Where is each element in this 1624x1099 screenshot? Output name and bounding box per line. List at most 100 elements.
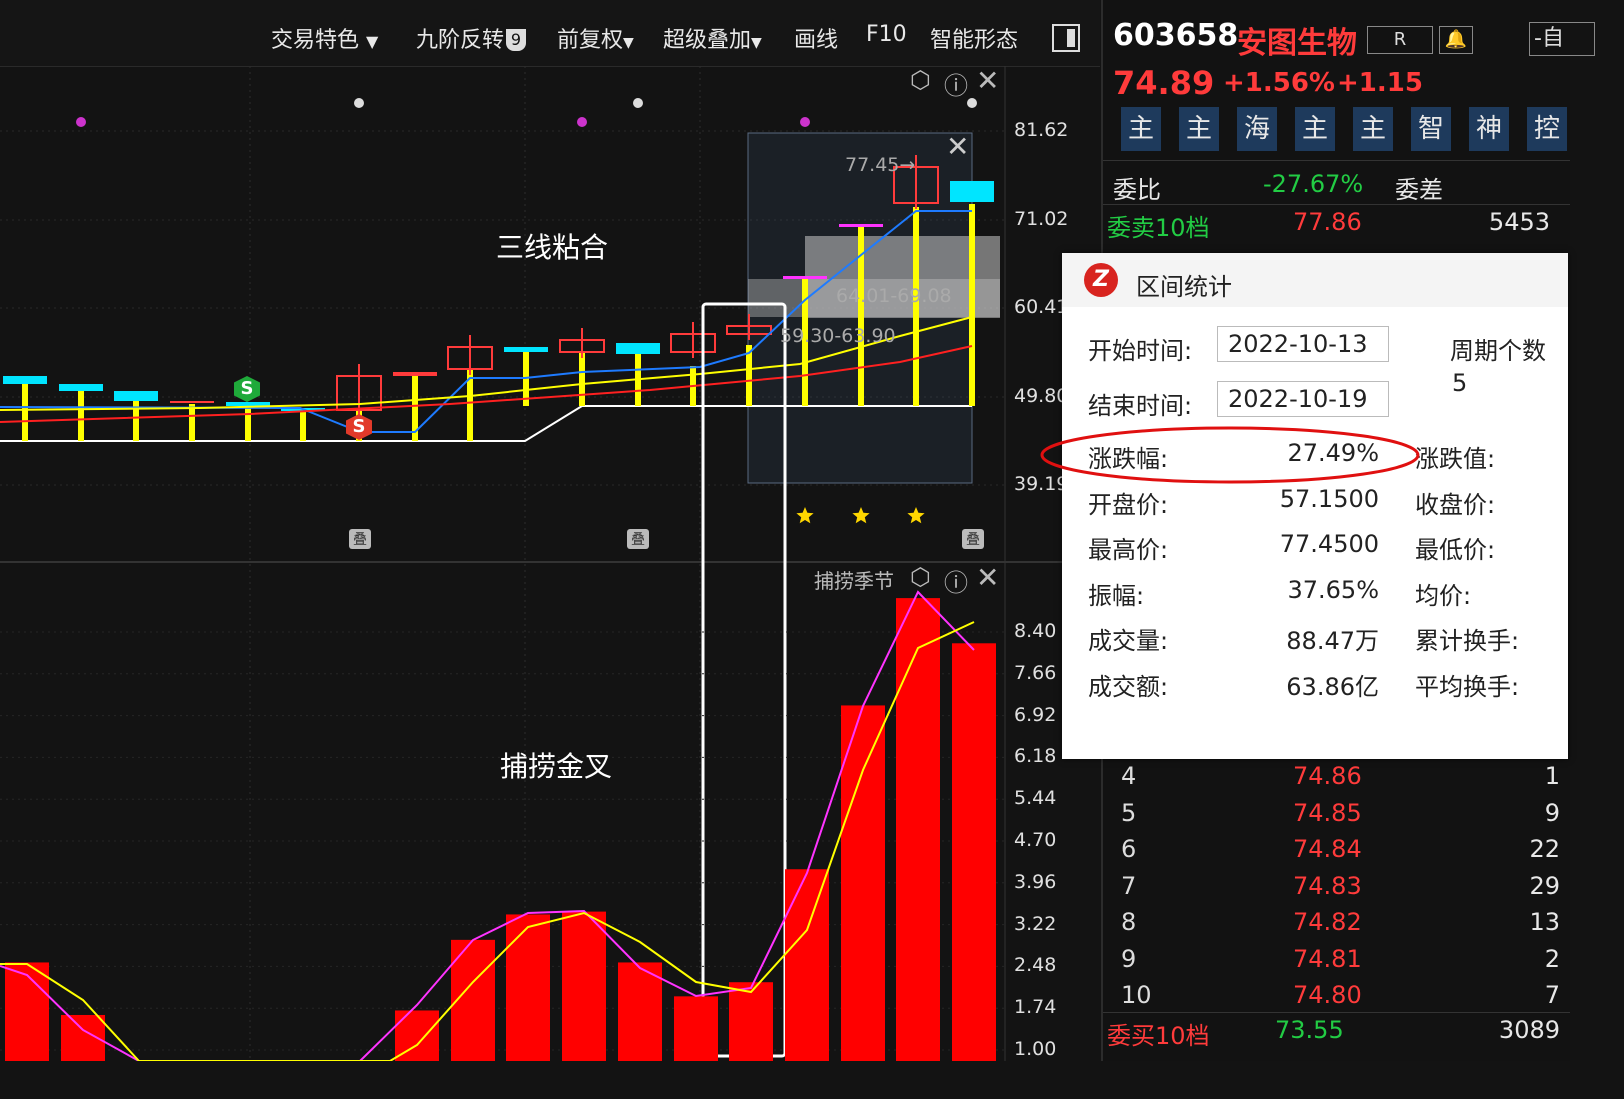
dialog-title: 区间统计 — [1136, 273, 1232, 301]
order-level: 4 — [1121, 762, 1137, 790]
y-tick-label: 2.48 — [1014, 954, 1057, 977]
order-book-row[interactable]: 9 74.81 2 — [1103, 941, 1570, 977]
concept-badge[interactable]: 控 — [1527, 107, 1567, 151]
chart-toolbar: 交易特色 ▼ 九阶反转 9 前复权▼ 超级叠加▼ 画线 F10 智能形态 — [0, 0, 1100, 67]
buy10-price: 73.55 — [1275, 1016, 1344, 1044]
order-level: 6 — [1121, 835, 1137, 863]
y-tick-label: 1.74 — [1014, 996, 1057, 1019]
smart-pattern-button[interactable]: 智能形态 — [930, 22, 1018, 54]
caret-down-icon: ▼ — [623, 35, 634, 51]
stat-label: 成交量: — [1088, 627, 1169, 655]
f10-button[interactable]: F10 — [866, 22, 907, 47]
candle-up — [393, 372, 437, 376]
y-tick-label: 1.00 — [1014, 1038, 1057, 1060]
candle-down — [504, 347, 548, 352]
order-level: 10 — [1121, 981, 1152, 1009]
sell10-label: 委卖10档 — [1107, 214, 1210, 242]
overlay-menu[interactable]: 超级叠加▼ — [663, 22, 762, 54]
concept-badge[interactable]: 智 — [1411, 107, 1451, 151]
signal-bar — [579, 352, 585, 406]
overlay-glyph-button[interactable]: 叠 — [627, 529, 649, 549]
trade-feature-menu[interactable]: 交易特色 ▼ — [271, 22, 378, 54]
stat-label: 成交额: — [1088, 672, 1169, 701]
stat-label-right: 平均换手: — [1415, 672, 1520, 701]
y-tick-label: 6.92 — [1014, 703, 1057, 726]
indicator-bar — [952, 643, 996, 1061]
candle-doji — [170, 401, 214, 403]
close-icon[interactable]: ✕ — [976, 64, 999, 97]
help-icon[interactable]: ⓘ — [944, 563, 968, 598]
chart-area — [0, 66, 1100, 1061]
draw-line-button[interactable]: 画线 — [794, 22, 838, 54]
candle-down — [226, 402, 270, 406]
settings-hex-icon[interactable]: ⬡ — [910, 66, 931, 94]
start-time-field[interactable]: 2022-10-13 — [1217, 326, 1389, 362]
help-icon[interactable]: ⓘ — [944, 66, 968, 101]
order-price: 74.86 — [1293, 762, 1362, 790]
zone-label-lower: 59.30-63.90 — [780, 325, 896, 347]
end-time-label: 结束时间: — [1088, 392, 1193, 420]
golden-cross-annotation: 捕捞金叉 — [500, 750, 613, 783]
y-tick-label: 4.70 — [1014, 829, 1057, 851]
order-price: 74.83 — [1293, 871, 1362, 900]
order-book-row[interactable]: 7 74.83 29 — [1103, 868, 1570, 904]
adjust-menu[interactable]: 前复权▼ — [557, 22, 634, 54]
candle-down — [950, 181, 994, 202]
signal-bar — [300, 411, 306, 441]
order-book-row[interactable]: 6 74.84 22 — [1103, 831, 1570, 867]
signal-bar — [22, 384, 28, 441]
r-button[interactable]: R — [1367, 26, 1433, 54]
concept-badge[interactable]: 主 — [1121, 107, 1161, 151]
panel-toggle-icon[interactable] — [1052, 24, 1080, 52]
indicator-bar — [562, 911, 606, 1061]
y-tick-label: 71.02 — [1014, 208, 1069, 230]
overlay-glyph-button[interactable]: 叠 — [962, 529, 984, 549]
indicator-bar — [674, 996, 718, 1061]
close-icon[interactable]: ✕ — [976, 561, 999, 594]
event-marker — [967, 98, 977, 108]
concept-badge[interactable]: 神 — [1469, 107, 1509, 151]
settings-hex-icon[interactable]: ⬡ — [910, 563, 931, 591]
candle-down — [3, 376, 47, 384]
order-book-row[interactable]: 10 74.80 7 — [1103, 977, 1570, 1013]
y-tick-label: 6.18 — [1014, 745, 1057, 768]
concept-badge[interactable]: 主 — [1179, 107, 1219, 151]
event-marker — [76, 117, 86, 127]
order-book-row[interactable]: 4 74.86 1 — [1103, 758, 1570, 794]
end-time-field[interactable]: 2022-10-19 — [1217, 381, 1389, 417]
order-volume: 29 — [1529, 871, 1560, 900]
stat-value: 63.86亿 — [1286, 672, 1379, 701]
order-book-row[interactable]: 8 74.82 13 — [1103, 904, 1570, 940]
concept-badge[interactable]: 海 — [1237, 107, 1277, 151]
concept-badge[interactable]: 主 — [1295, 107, 1335, 151]
stat-value: 88.47万 — [1286, 627, 1379, 655]
caret-down-icon: ▼ — [366, 32, 379, 51]
last-price: 74.89 — [1113, 64, 1215, 102]
order-volume: 2 — [1544, 944, 1560, 973]
interval-stats-dialog: Z 区间统计 开始时间: 2022-10-13 周期个数 5 结束时间: 202… — [1062, 253, 1568, 759]
order-volume: 13 — [1529, 908, 1560, 936]
concept-badge[interactable]: 主 — [1353, 107, 1393, 151]
y-tick-label: 3.22 — [1014, 912, 1057, 935]
overlay-glyph-button[interactable]: 叠 — [349, 529, 371, 549]
indicator-bar — [841, 705, 885, 1061]
order-level: 9 — [1121, 944, 1137, 973]
range-close-icon[interactable]: ✕ — [946, 130, 969, 163]
indicator-bar — [506, 914, 550, 1061]
order-price: 74.80 — [1293, 981, 1362, 1009]
weibi-value: -27.67% — [1263, 170, 1364, 198]
y-tick-label: 3.96 — [1014, 870, 1057, 893]
signal-bar — [189, 404, 195, 441]
candle-doji — [783, 276, 827, 279]
nine-badge-icon: 9 — [506, 29, 527, 51]
self-select-button[interactable]: -自 — [1529, 22, 1595, 56]
indicator-pane — [0, 590, 1005, 1061]
order-volume: 7 — [1544, 981, 1560, 1009]
weicha-label: 委差 — [1395, 176, 1443, 204]
trade-feature-label: 交易特色 — [271, 28, 360, 53]
event-marker — [800, 117, 810, 127]
y-tick-label: 81.62 — [1014, 119, 1069, 141]
alarm-bell-icon[interactable]: 🔔 — [1439, 26, 1473, 54]
order-book-row[interactable]: 5 74.85 9 — [1103, 795, 1570, 831]
nine-reversal-menu[interactable]: 九阶反转 9 — [416, 22, 527, 54]
